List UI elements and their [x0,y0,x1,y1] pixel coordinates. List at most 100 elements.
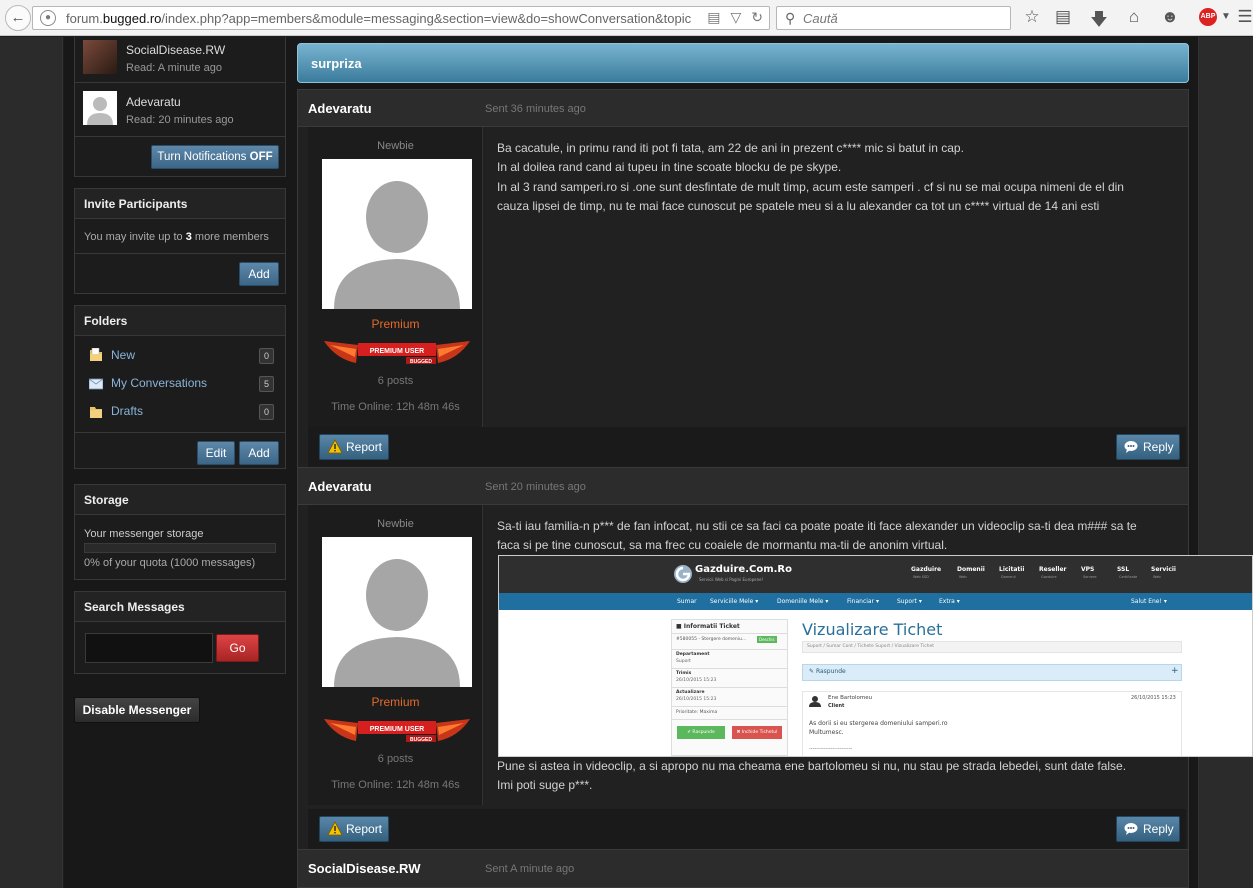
browser-toolbar: ← ● forum.bugged.ro/index.php?app=member… [0,0,1253,36]
report-button[interactable]: Report [319,816,389,842]
embed-message-date: 26/10/2015 15:23 [1131,695,1176,701]
embed-menu-item[interactable]: Suport ▾ [897,598,922,605]
avatar[interactable] [83,91,117,125]
embed-nav-item[interactable]: Reseller [1039,566,1066,573]
embed-nav-item[interactable]: Servicii [1151,566,1176,573]
post-footer: Report Reply [308,809,1186,849]
participants-block: SocialDisease.RW Read: A minute ago Adev… [74,37,286,177]
post-header: Adevaratu Sent 36 minutes ago [297,89,1189,127]
svg-text:BUGGED: BUGGED [410,359,432,365]
embedded-screenshot[interactable]: Gazduire.Com.Ro Servicii Web si Pagini E… [498,555,1253,757]
embed-nav-item[interactable]: Domenii [957,566,985,573]
svg-text:PREMIUM USER: PREMIUM USER [370,348,424,355]
reply-button[interactable]: Reply [1116,434,1180,460]
post-message: Pune si astea in videoclip, a si apropo … [497,757,1187,796]
message-line: Imi poti suge p***. [497,778,593,793]
turn-notifications-off-button[interactable]: Turn Notifications OFF [151,145,279,169]
folder-count-badge: 5 [259,376,274,392]
search-placeholder: Caută [803,11,838,26]
folders-edit-button[interactable]: Edit [197,441,235,465]
user-info-panel: Newbie Premium PREMIUM USER BUGGED 6 pos… [308,505,483,805]
embed-breadcrumb: Suport / Sumar Cont / Tichete Suport / V… [807,644,935,649]
folder-my-conversations-link[interactable]: My Conversations [111,376,207,390]
reload-icon[interactable]: ↻ [751,9,763,26]
folder-new-link[interactable]: New [111,348,135,362]
invite-add-button[interactable]: Add [239,262,279,286]
bookmarks-list-icon[interactable]: ▤ [1052,7,1074,27]
user-post-count: 6 posts [377,375,414,387]
reader-view-icon[interactable]: ▤ [707,9,720,26]
download-icon[interactable]: 🡇 [1088,7,1110,36]
folders-block: Folders New 0 My Conversations 5 Drafts … [74,305,286,469]
embed-nav-item[interactable]: VPS [1081,566,1094,573]
disable-messenger-button[interactable]: Disable Messenger [74,697,200,723]
post-author[interactable]: Adevaratu [308,479,372,494]
embed-plus-icon[interactable]: + [1171,666,1179,676]
embed-message-line: As dorii si eu stergerea domeniului samp… [809,720,948,727]
bookmark-star-icon[interactable]: ☆ [1021,7,1043,27]
post-header: Adevaratu Sent 20 minutes ago [297,467,1189,505]
menu-icon[interactable]: ☰ [1234,7,1253,27]
post-author[interactable]: Adevaratu [308,101,372,116]
new-folder-icon [90,348,102,361]
message-line: In al 3 rand samperi.ro si .one sunt des… [497,179,1124,194]
embed-reply-bar[interactable] [802,664,1182,681]
participant-name[interactable]: SocialDisease.RW [126,43,225,57]
dropdown-arrow-icon[interactable]: ▽ [730,9,741,26]
search-go-button[interactable]: Go [216,634,259,662]
home-icon[interactable]: ⌂ [1123,7,1145,27]
search-icon: ⚲ [785,10,796,26]
storage-label: Your messenger storage [84,528,204,540]
embed-menu-item[interactable]: Financiar ▾ [847,598,879,605]
embed-menu-item[interactable]: Sumar [677,598,697,605]
post-author[interactable]: SocialDisease.RW [308,861,420,876]
folder-count-badge: 0 [259,348,274,364]
avatar[interactable] [322,537,472,687]
folders-add-button[interactable]: Add [239,441,279,465]
embed-message-line: Multumesc. [809,729,844,736]
reply-button[interactable]: Reply [1116,816,1180,842]
embed-header [499,556,1252,593]
message-line: faca si pe tine cunoscut, sa ma frec cu … [497,538,948,553]
block-title: Storage [75,485,285,515]
search-bar[interactable]: ⚲ Caută [776,6,1011,30]
folder-drafts-link[interactable]: Drafts [111,404,143,418]
address-bar[interactable]: ● forum.bugged.ro/index.php?app=members&… [32,6,770,30]
embed-menu-item[interactable]: Extra ▾ [939,598,960,605]
user-time-online: Time Online: 12h 48m 46s [331,779,460,791]
participant-name[interactable]: Adevaratu [126,95,181,109]
block-title: Folders [75,306,285,336]
embed-nav-item[interactable]: Licitatii [999,566,1024,573]
embed-nav-item[interactable]: Gazduire [911,566,941,573]
embed-ticket-line: #580055 - Stergere domeniu... [676,637,747,642]
embed-nav-subtitle: Web SSD [913,575,929,579]
embed-nav-subtitle: Web [1153,575,1161,579]
embed-nav-item[interactable]: SSL [1117,566,1129,573]
speech-bubble-icon [1124,441,1138,453]
user-title: Newbie [377,140,414,152]
embed-reply-button[interactable]: ✔ Raspunde [677,726,725,739]
back-button[interactable]: ← [5,5,31,31]
embed-logo-subtitle: Servicii Web si Pagini Europene! [699,577,764,582]
search-messages-input[interactable] [85,633,213,663]
embed-sent-label: Trimis [676,671,692,676]
post-message: Ba cacatule, in primu rand iti pot fi ta… [497,139,1187,217]
globe-icon: ● [40,10,56,26]
url-text[interactable]: forum.bugged.ro/index.php?app=members&mo… [66,11,691,27]
embed-status-badge: Deschis [757,636,777,643]
embed-nav-subtitle: Domenii [1001,575,1016,579]
storage-progress-bar [84,543,276,553]
embed-dept-value: Suport [676,659,691,664]
embed-menu-item[interactable]: Domeniile Mele ▾ [777,598,828,605]
avatar[interactable] [83,40,117,74]
report-button[interactable]: Report [319,434,389,460]
message-line: Sa-ti iau familia-n p*** de fan infocat,… [497,519,1137,533]
embed-priority: Prioritate: Maxima [676,710,718,715]
avatar[interactable] [322,159,472,309]
embed-updated-label: Actualizare [676,690,705,695]
warning-icon [327,439,343,454]
embed-menu-item[interactable]: Serviciile Mele ▾ [710,598,758,605]
chat-icon[interactable]: ☻ [1159,7,1181,27]
search-messages-block: Search Messages Go [74,591,286,674]
embed-close-ticket-button[interactable]: ✖ Inchide Tichetul [732,726,782,739]
